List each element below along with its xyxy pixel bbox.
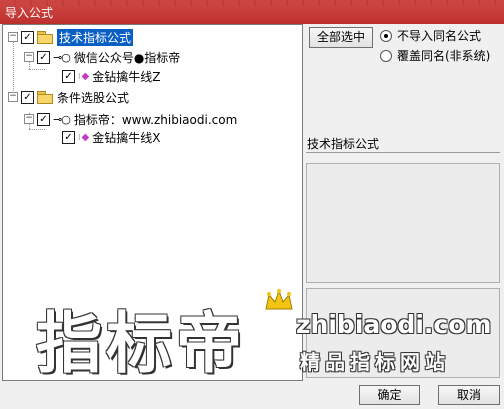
- sort-icon: ⁝: [78, 71, 81, 81]
- formula-description-box[interactable]: [306, 163, 500, 283]
- tree-line: [13, 37, 14, 97]
- watermark-site: zhibiaodi.com: [296, 310, 492, 339]
- radio-skip-duplicates[interactable]: 不导入同名公式: [380, 27, 481, 44]
- tree-node-label: 金钻擒牛线Z: [92, 69, 161, 84]
- tree-checkbox[interactable]: ✓: [21, 90, 34, 104]
- tree-node-tech-formulas[interactable]: − ✓ 技术指标公式: [8, 28, 134, 46]
- radio-indicator[interactable]: [380, 49, 392, 62]
- collapse-toggle[interactable]: −: [24, 52, 34, 62]
- watermark-logo: 指标帝: [36, 305, 246, 382]
- radio-label: 覆盖同名(非系统): [397, 49, 491, 63]
- collapse-toggle[interactable]: −: [8, 92, 18, 102]
- tree-node-label: 指标帝：www.zhibiaodi.com: [73, 112, 238, 127]
- tree-checkbox[interactable]: ✓: [62, 130, 75, 144]
- tree-node-wechat[interactable]: − ✓ ⊸○ 微信公众号●指标帝: [24, 49, 180, 65]
- tree-checkbox[interactable]: ✓: [21, 30, 34, 44]
- folder-icon: [37, 91, 53, 104]
- tree-checkbox[interactable]: ✓: [37, 50, 50, 64]
- tree-node-label: 微信公众号●指标帝: [73, 50, 181, 65]
- key-icon: ⊸○: [53, 50, 71, 64]
- folder-icon: [37, 31, 53, 44]
- formula-diamond-icon: ◆: [81, 70, 90, 82]
- title-bar-texture: [0, 0, 504, 6]
- formula-type-label: 技术指标公式: [307, 137, 380, 151]
- sort-icon: ⁝: [78, 132, 81, 142]
- cancel-button[interactable]: 取消: [438, 385, 500, 405]
- tree-node-label: 技术指标公式: [57, 28, 134, 46]
- tree-checkbox[interactable]: ✓: [37, 112, 50, 126]
- crown-icon: [265, 289, 293, 310]
- collapse-toggle[interactable]: −: [24, 114, 34, 124]
- window-title: 导入公式: [5, 6, 54, 20]
- title-bar[interactable]: 导入公式: [0, 0, 504, 24]
- ok-button[interactable]: 确定: [359, 385, 420, 405]
- key-icon: ⊸○: [53, 112, 71, 126]
- tree-line: [29, 129, 45, 130]
- tree-checkbox[interactable]: ✓: [62, 69, 75, 83]
- tree-node-formula-x[interactable]: ✓ ⁝ ◆ 金钻擒牛线X: [62, 129, 160, 145]
- collapse-toggle[interactable]: −: [8, 32, 18, 42]
- divider: [306, 152, 500, 158]
- radio-indicator[interactable]: [380, 29, 392, 42]
- tree-node-label: 金钻擒牛线X: [92, 130, 161, 145]
- tree-line: [29, 69, 45, 70]
- tree-node-formula-z[interactable]: ✓ ⁝ ◆ 金钻擒牛线Z: [62, 68, 160, 84]
- radio-label: 不导入同名公式: [397, 29, 482, 43]
- tree-node-stock-screening[interactable]: − ✓ 条件选股公式: [8, 89, 129, 105]
- tree-node-label: 条件选股公式: [57, 90, 130, 105]
- tree-node-zhibiaodi[interactable]: − ✓ ⊸○ 指标帝：www.zhibiaodi.com: [24, 111, 237, 127]
- watermark-slogan: 精品指标网站: [300, 350, 450, 374]
- formula-diamond-icon: ◆: [81, 131, 90, 143]
- select-all-button[interactable]: 全部选中: [309, 27, 373, 48]
- radio-overwrite[interactable]: 覆盖同名(非系统): [380, 47, 490, 64]
